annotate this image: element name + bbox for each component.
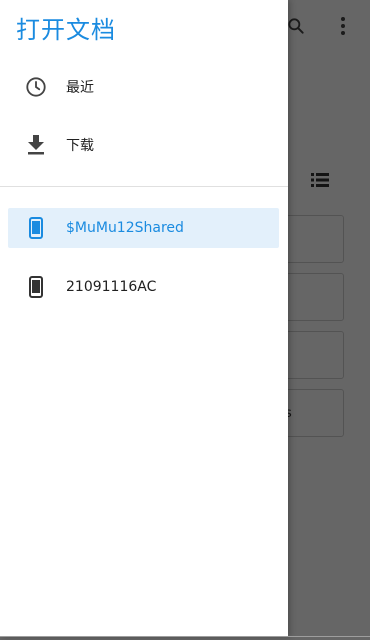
drawer-root-21091116ac[interactable]: 21091116AC — [8, 267, 279, 307]
drawer-item-label: 最近 — [66, 80, 94, 96]
phone-icon — [24, 216, 48, 240]
drawer-item-label: 21091116AC — [66, 279, 157, 295]
navigation-drawer: 打开文档 最近 下载 $MuMu12Shared 21091116AC — [0, 0, 288, 637]
phone-icon — [24, 275, 48, 299]
drawer-item-label: 下载 — [66, 138, 94, 154]
drawer-title: 打开文档 — [16, 16, 116, 44]
drawer-item-recent[interactable]: 最近 — [8, 67, 279, 107]
drawer-divider — [0, 186, 288, 187]
drawer-root-mumu12shared[interactable]: $MuMu12Shared — [8, 208, 279, 248]
bottom-divider — [0, 636, 370, 637]
download-icon — [24, 133, 48, 157]
drawer-item-label: $MuMu12Shared — [66, 220, 184, 236]
drawer-item-downloads[interactable]: 下载 — [8, 125, 279, 165]
clock-icon — [24, 75, 48, 99]
